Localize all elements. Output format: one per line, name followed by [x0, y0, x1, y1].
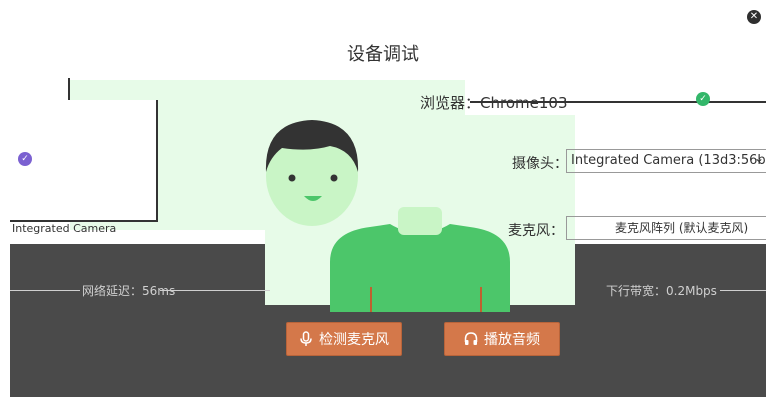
headphones-icon [464, 332, 478, 345]
divider [10, 290, 80, 291]
avatar [265, 120, 510, 312]
left-panel [10, 100, 158, 222]
microphone-icon [300, 331, 312, 346]
chevron-down-icon[interactable]: ⌄ [754, 151, 764, 165]
close-icon[interactable]: ✕ [747, 10, 761, 24]
divider [720, 290, 766, 291]
test-mic-button[interactable]: 检测麦克风 [286, 322, 402, 356]
check-icon: ✓ [18, 152, 32, 166]
check-icon: ✓ [696, 92, 710, 106]
test-mic-label: 检测麦克风 [319, 332, 389, 348]
divider [160, 290, 270, 291]
microphone-select[interactable]: 麦克风阵列 (默认麦克风) [566, 216, 766, 240]
browser-value: Chrome103 [480, 94, 568, 112]
play-audio-label: 播放音频 [484, 332, 540, 348]
browser-label: 浏览器： [420, 94, 481, 112]
divider [470, 101, 766, 103]
play-audio-button[interactable]: 播放音频 [444, 322, 560, 356]
camera-select[interactable]: Integrated Camera (13d3:56b [566, 149, 766, 173]
divider [68, 78, 70, 100]
left-device-label: Integrated Camera [12, 222, 117, 235]
dialog-title: 设备调试 [347, 44, 419, 65]
bandwidth-text: 下行带宽：0.2Mbps [606, 284, 717, 298]
